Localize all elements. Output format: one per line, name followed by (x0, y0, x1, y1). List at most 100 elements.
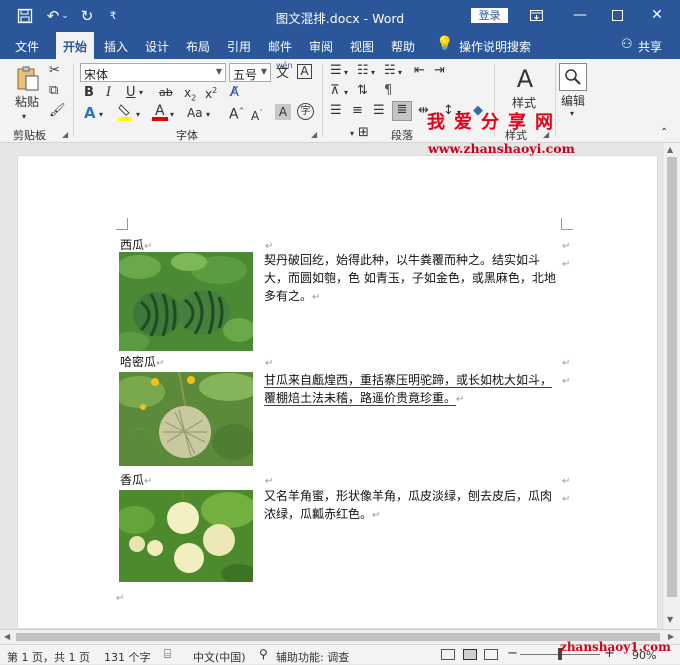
clear-formatting-icon[interactable]: A̸ (230, 85, 239, 101)
vertical-scroll-thumb[interactable] (667, 157, 677, 597)
increase-indent-icon[interactable]: ⇥ (434, 63, 445, 79)
strikethrough-button[interactable]: ab (159, 85, 173, 101)
chevron-down-icon[interactable]: ▾ (350, 126, 354, 142)
save-icon[interactable] (14, 5, 36, 27)
login-button[interactable]: 登录 (471, 8, 508, 23)
scroll-up-icon[interactable]: ▲ (667, 145, 673, 154)
shrink-font-icon[interactable]: Aˇ (251, 105, 263, 124)
item-label-watermelon: 西瓜↵ (120, 238, 153, 252)
lightbulb-icon: 💡 (436, 36, 454, 52)
chevron-down-icon[interactable]: ▾ (139, 85, 143, 101)
maximize-button[interactable] (604, 3, 630, 27)
chevron-down-icon[interactable]: ▾ (398, 65, 402, 81)
chevron-down-icon[interactable]: ▾ (206, 107, 210, 123)
paste-dropdown-icon[interactable]: ▾ (22, 109, 26, 125)
accessibility-status[interactable]: 辅助功能: 调查 (276, 649, 349, 665)
tab-home[interactable]: 开始 (56, 32, 95, 59)
align-right-icon[interactable]: ☰ (373, 103, 385, 119)
paragraph-mark: ↵ (116, 593, 125, 604)
cut-icon[interactable]: ✂ (49, 63, 60, 79)
document-page[interactable]: 西瓜↵ ↵ 契丹破回纥，始得此种，以牛粪覆而种之。结实如斗大，而圆如匏，色 如青… (17, 155, 658, 629)
vertical-scrollbar[interactable]: ▲ ▼ (664, 143, 680, 629)
undo-dropdown-icon[interactable]: ⌄ (60, 5, 70, 27)
print-layout-icon[interactable] (463, 649, 477, 660)
enclose-characters-icon[interactable]: 字 (297, 103, 314, 120)
web-layout-icon[interactable] (484, 649, 498, 660)
sort-icon[interactable]: ⇅ (357, 83, 368, 99)
font-color-icon[interactable]: A (152, 103, 168, 121)
ribbon-display-options-icon[interactable] (523, 3, 549, 27)
tell-me-search[interactable]: 操作说明搜索 (459, 38, 531, 55)
cell-end-mark: ↵ (562, 376, 571, 387)
character-shading-icon[interactable]: A (275, 104, 291, 120)
tab-file[interactable]: 文件 (15, 38, 39, 55)
customize-quick-access-icon[interactable]: ₹ (102, 5, 124, 27)
bold-button[interactable]: B (84, 85, 94, 101)
close-button[interactable]: ✕ (644, 3, 670, 27)
italic-button[interactable]: I (106, 85, 111, 101)
chinese-layout-icon[interactable]: ⊼ (330, 83, 340, 99)
tab-view[interactable]: 视图 (350, 38, 374, 55)
scroll-down-icon[interactable]: ▼ (667, 615, 673, 624)
decrease-indent-icon[interactable]: ⇤ (414, 63, 425, 79)
chevron-down-icon[interactable]: ▾ (170, 107, 174, 123)
chevron-down-icon[interactable]: ▾ (344, 65, 348, 81)
paste-icon[interactable] (14, 65, 42, 93)
change-case-icon[interactable]: Aa (187, 105, 203, 121)
copy-icon[interactable]: ⧉ (49, 83, 58, 99)
font-dialog-launcher-icon[interactable]: ◢ (311, 130, 317, 139)
borders-icon[interactable]: ⊞ (358, 125, 369, 141)
align-center-icon[interactable]: ≡ (352, 103, 363, 119)
watermelon-text: 契丹破回纥，始得此种，以牛粪覆而种之。结实如斗大，而圆如匏，色 如青玉，子如金色… (264, 253, 556, 303)
word-count[interactable]: 131 个字 (104, 649, 151, 665)
superscript-button[interactable]: x2 (205, 83, 217, 102)
page-count[interactable]: 第 1 页，共 1 页 (7, 649, 90, 665)
read-mode-icon[interactable] (441, 649, 455, 660)
highlight-color-icon[interactable] (117, 103, 133, 121)
numbering-icon[interactable]: ☷ (357, 63, 369, 79)
tab-review[interactable]: 审阅 (309, 38, 333, 55)
multilevel-list-icon[interactable]: ☵ (384, 63, 396, 79)
tab-insert[interactable]: 插入 (104, 38, 128, 55)
accessibility-icon[interactable]: ⚲ (259, 647, 268, 661)
language[interactable]: 中文(中国) (193, 649, 246, 665)
paste-button[interactable]: 粘贴 (15, 94, 39, 110)
chevron-down-icon[interactable]: ▾ (99, 107, 103, 123)
phonetic-guide-icon[interactable]: wén 文 (276, 62, 293, 81)
chevron-down-icon[interactable]: ▾ (371, 65, 375, 81)
tab-layout[interactable]: 布局 (186, 38, 210, 55)
tab-references[interactable]: 引用 (227, 38, 251, 55)
zoom-out-icon[interactable]: − (507, 646, 518, 661)
tab-help[interactable]: 帮助 (391, 38, 415, 55)
muskmelon-text: 又名羊角蜜，形状像羊角，瓜皮淡绿，刨去皮后，瓜肉浓绿，瓜瓤赤红色。↵ (264, 489, 553, 521)
tab-design[interactable]: 设计 (145, 38, 169, 55)
align-left-icon[interactable]: ☰ (330, 103, 342, 119)
share-button[interactable]: 共享 (638, 38, 662, 55)
minimize-button[interactable]: — (567, 3, 593, 27)
document-area: 西瓜↵ ↵ 契丹破回纥，始得此种，以牛粪覆而种之。结实如斗大，而圆如匏，色 如青… (0, 143, 680, 629)
chevron-down-icon[interactable]: ▾ (136, 107, 140, 123)
proofing-icon[interactable]: ⌸ (164, 647, 171, 662)
chevron-down-icon[interactable]: ▾ (570, 106, 574, 122)
grow-font-icon[interactable]: A^ (229, 103, 244, 123)
character-border-icon[interactable]: A (297, 64, 312, 79)
chevron-down-icon: ▼ (215, 67, 222, 76)
scroll-left-icon[interactable]: ◀ (4, 632, 10, 641)
collapse-ribbon-icon[interactable]: ⌃ (660, 125, 668, 141)
underline-button[interactable]: U (126, 85, 136, 101)
styles-gallery-icon[interactable]: A (510, 64, 540, 94)
font-size-select[interactable]: 五号 ▼ (229, 63, 271, 82)
tab-mailings[interactable]: 邮件 (268, 38, 292, 55)
status-bar: 第 1 页，共 1 页 131 个字 ⌸ 中文(中国) ⚲ 辅助功能: 调查 −… (0, 640, 680, 665)
subscript-button[interactable]: x2 (184, 85, 196, 106)
search-icon[interactable] (559, 63, 587, 91)
show-paragraph-marks-icon[interactable]: ¶ (384, 83, 392, 99)
format-painter-icon[interactable]: 🖌 (49, 103, 66, 119)
font-name-select[interactable]: 宋体 ▼ (80, 63, 226, 82)
clipboard-dialog-launcher-icon[interactable]: ◢ (62, 130, 68, 139)
justify-icon[interactable]: ≣ (392, 101, 412, 121)
bullets-icon[interactable]: ☰ (330, 63, 342, 79)
redo-icon[interactable]: ↻ (76, 5, 98, 27)
text-effects-icon[interactable]: A (84, 105, 96, 121)
chevron-down-icon[interactable]: ▾ (344, 85, 348, 101)
